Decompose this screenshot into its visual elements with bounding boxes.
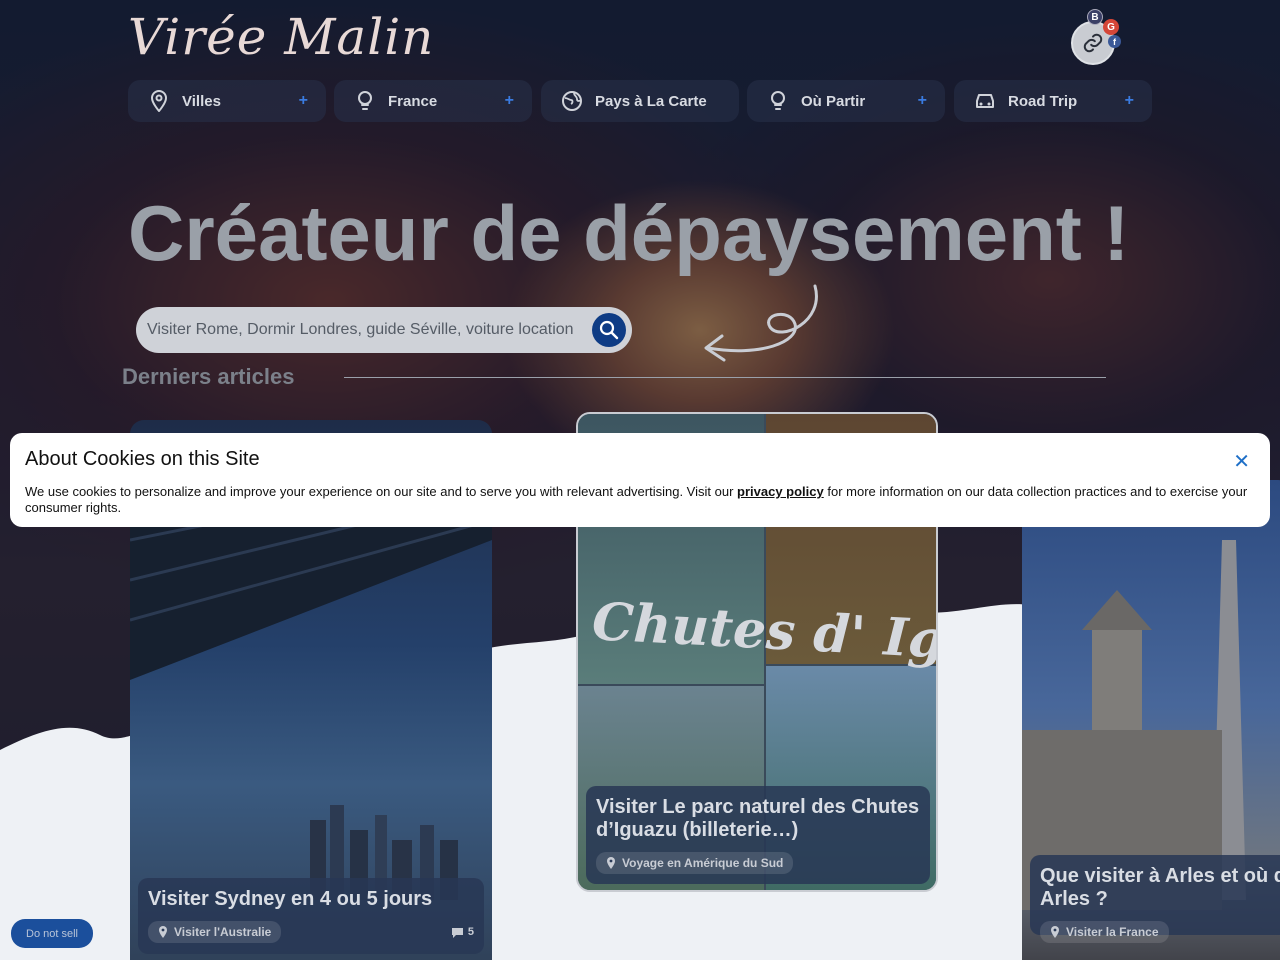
site-logo[interactable]: Virée Malin: [128, 8, 434, 70]
card-caption: Visiter Le parc naturel des Chutes d’Igu…: [586, 786, 930, 884]
share-facebook-icon[interactable]: f: [1108, 35, 1121, 48]
car-icon: [974, 90, 996, 112]
comment-count[interactable]: 5: [451, 926, 474, 938]
category-tag[interactable]: Visiter la France: [1040, 921, 1169, 943]
category-label: Visiter l'Australie: [174, 925, 272, 939]
section-title: Derniers articles: [122, 364, 295, 389]
do-not-sell-button[interactable]: Do not sell: [11, 919, 93, 948]
cookie-text: We use cookies to personalize and improv…: [25, 484, 1255, 516]
category-label: Voyage en Amérique du Sud: [622, 856, 784, 870]
comment-icon: [451, 927, 463, 938]
comment-count-value: 5: [467, 926, 474, 938]
search-bar[interactable]: Visiter Rome, Dormir Londres, guide Sévi…: [136, 307, 632, 353]
cookie-title: About Cookies on this Site: [25, 448, 260, 470]
main-nav: Villes + France + Pays à La Carte Où Par…: [128, 80, 1152, 122]
bulb-pin-icon: [354, 90, 376, 112]
nav-item-villes[interactable]: Villes +: [128, 80, 326, 122]
globe-icon: [561, 90, 583, 112]
map-pin-icon: [607, 857, 615, 869]
share-blogger-icon[interactable]: B: [1087, 9, 1103, 25]
article-card-arles[interactable]: Que visiter à Arles et où d Arles ? Visi…: [1022, 480, 1280, 960]
nav-label: France: [388, 92, 438, 110]
privacy-policy-link[interactable]: privacy policy: [737, 484, 824, 499]
expand-plus-icon[interactable]: +: [505, 92, 514, 110]
nav-label: Villes: [182, 92, 221, 110]
nav-label: Pays à La Carte: [595, 92, 707, 110]
map-pin-icon: [159, 926, 167, 938]
nav-label: Road Trip: [1008, 92, 1078, 110]
hand-drawn-arrow-icon: [704, 284, 818, 362]
expand-plus-icon[interactable]: +: [299, 92, 308, 110]
nav-item-road-trip[interactable]: Road Trip +: [954, 80, 1152, 122]
category-tag[interactable]: Visiter l'Australie: [148, 921, 282, 943]
category-tag[interactable]: Voyage en Amérique du Sud: [596, 852, 794, 874]
expand-plus-icon[interactable]: +: [918, 92, 927, 110]
share-google-icon[interactable]: G: [1103, 19, 1119, 35]
cookie-banner: About Cookies on this Site We use cookie…: [10, 433, 1270, 527]
card-caption: Visiter Sydney en 4 ou 5 jours Visiter l…: [138, 878, 484, 954]
map-pin-icon: [148, 90, 170, 112]
search-input[interactable]: Visiter Rome, Dormir Londres, guide Sévi…: [147, 321, 574, 339]
section-divider: [344, 377, 1106, 378]
category-label: Visiter la France: [1066, 925, 1159, 939]
expand-plus-icon[interactable]: +: [1125, 92, 1134, 110]
link-icon: [1083, 33, 1103, 53]
card-caption: Que visiter à Arles et où d Arles ? Visi…: [1030, 855, 1280, 943]
nav-item-ou-partir[interactable]: Où Partir +: [747, 80, 945, 122]
map-pin-icon: [1051, 926, 1059, 938]
nav-item-pays-a-la-carte[interactable]: Pays à La Carte: [541, 80, 739, 122]
search-button[interactable]: [592, 313, 626, 347]
nav-label: Où Partir: [801, 92, 866, 110]
nav-item-france[interactable]: France +: [334, 80, 532, 122]
card-title[interactable]: Que visiter à Arles et où d Arles ?: [1040, 865, 1280, 911]
hero-headline: Créateur de dépaysement !: [128, 189, 1130, 277]
card-title[interactable]: Visiter Sydney en 4 ou 5 jours: [148, 888, 474, 911]
search-icon: [599, 320, 619, 340]
bulb-pin-icon: [767, 90, 789, 112]
close-icon[interactable]: ✕: [1233, 449, 1250, 474]
card-title[interactable]: Visiter Le parc naturel des Chutes d’Igu…: [596, 796, 920, 842]
cookie-text-part: We use cookies to personalize and improv…: [25, 484, 738, 499]
